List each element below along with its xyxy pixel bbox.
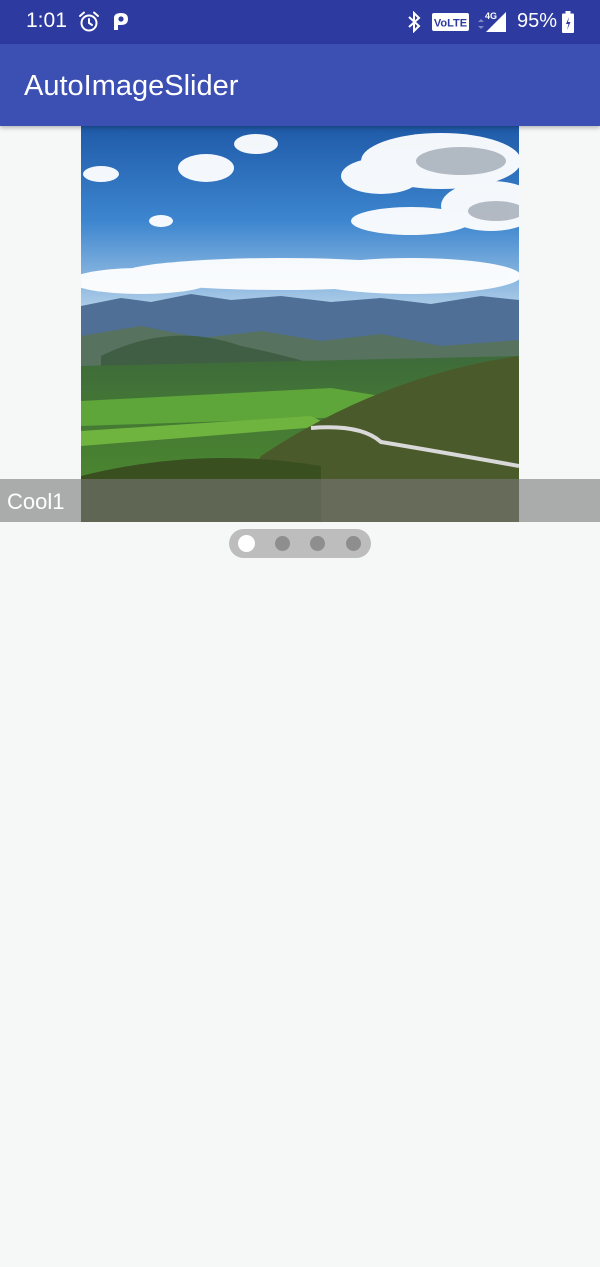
- battery-percent: 95%: [517, 10, 558, 32]
- slide-image-landscape[interactable]: [81, 126, 519, 522]
- slide-caption: Cool1: [7, 489, 65, 514]
- indicator-dot-4[interactable]: [346, 536, 361, 551]
- volte-label: VoLTE: [434, 18, 467, 30]
- app-title: AutoImageSlider: [24, 70, 239, 102]
- network-label: 4G: [485, 11, 497, 21]
- indicator-dot-3[interactable]: [310, 536, 325, 551]
- indicator-dot-1[interactable]: [238, 535, 255, 552]
- alarm-icon: [78, 11, 100, 38]
- status-bar: 1:01 VoLTE 4G 95%: [0, 0, 600, 44]
- status-time: 1:01: [26, 9, 67, 32]
- volte-icon: VoLTE: [432, 13, 469, 36]
- 4g-signal-icon: 4G: [476, 10, 508, 39]
- slide-caption-bar: Cool1: [0, 479, 600, 522]
- battery-icon: [562, 11, 574, 38]
- image-slider[interactable]: Cool1: [0, 126, 600, 522]
- p-app-icon: [111, 12, 131, 37]
- app-bar: AutoImageSlider: [0, 44, 600, 126]
- bluetooth-icon: [405, 10, 423, 38]
- indicator-dot-2[interactable]: [275, 536, 290, 551]
- page-indicator[interactable]: [229, 529, 371, 558]
